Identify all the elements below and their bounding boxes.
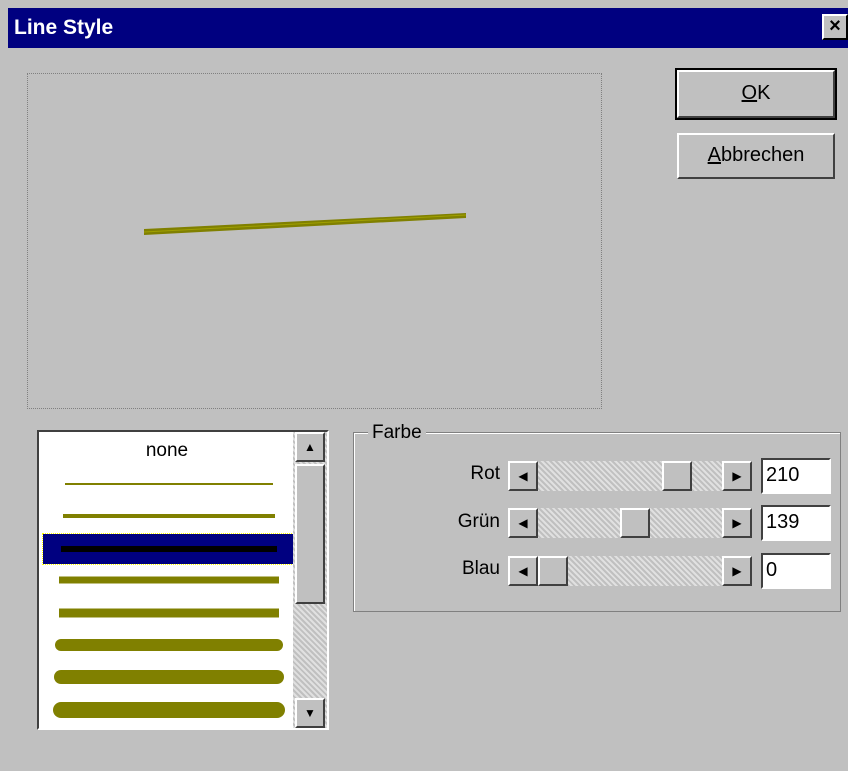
red-value-input[interactable]: 210	[761, 458, 831, 494]
cancel-label: bbrechen	[720, 144, 805, 166]
close-icon: ×	[829, 15, 841, 37]
line-style-list[interactable]: none ▲ ▼	[37, 430, 329, 730]
scroll-up-button[interactable]: ▲	[295, 432, 325, 462]
blue-right-button[interactable]: ▶	[722, 556, 752, 586]
color-group-title: Farbe	[368, 422, 426, 444]
line-preview	[27, 73, 602, 409]
preview-canvas	[143, 213, 467, 235]
window-title: Line Style	[14, 16, 114, 39]
scroll-right-icon: ▶	[732, 516, 742, 530]
green-slider[interactable]: ◀ ▶	[508, 508, 752, 538]
list-scrollbar[interactable]: ▲ ▼	[293, 432, 327, 728]
red-right-button[interactable]: ▶	[722, 461, 752, 491]
blue-value-input[interactable]: 0	[761, 553, 831, 589]
red-slider[interactable]: ◀ ▶	[508, 461, 752, 491]
scroll-left-icon: ◀	[518, 564, 528, 578]
ok-mnemonic: O	[741, 82, 758, 104]
red-left-button[interactable]: ◀	[508, 461, 538, 491]
scroll-left-icon: ◀	[518, 469, 528, 483]
cancel-button[interactable]: Abbrechen	[677, 133, 835, 179]
title-bar[interactable]: Line Style ×	[8, 8, 848, 48]
blue-left-button[interactable]: ◀	[508, 556, 538, 586]
line-samples	[53, 483, 285, 718]
list-items: none	[41, 432, 294, 728]
scroll-down-icon: ▼	[304, 706, 316, 720]
scroll-up-icon: ▲	[304, 440, 316, 454]
scroll-thumb[interactable]	[295, 464, 325, 604]
scroll-right-icon: ▶	[732, 469, 742, 483]
line-style-dialog: Line Style × OK Abbrechen none ▲ ▼ Farbe…	[0, 0, 848, 771]
close-button[interactable]: ×	[822, 14, 848, 40]
ok-button[interactable]: OK	[675, 68, 837, 120]
preview-line-highlight	[143, 214, 467, 233]
green-left-button[interactable]: ◀	[508, 508, 538, 538]
cancel-mnemonic: A	[707, 144, 721, 166]
green-thumb[interactable]	[620, 508, 650, 538]
blue-thumb[interactable]	[538, 556, 568, 586]
scroll-down-button[interactable]: ▼	[295, 698, 325, 728]
red-label: Rot	[470, 463, 500, 484]
ok-label: K	[757, 82, 771, 104]
blue-label: Blau	[461, 558, 500, 579]
scroll-left-icon: ◀	[518, 516, 528, 530]
green-label: Grün	[457, 511, 500, 532]
green-right-button[interactable]: ▶	[722, 508, 752, 538]
red-thumb[interactable]	[662, 461, 692, 491]
scroll-right-icon: ▶	[732, 564, 742, 578]
green-value-input[interactable]: 139	[761, 505, 831, 541]
blue-slider[interactable]: ◀ ▶	[508, 556, 752, 586]
